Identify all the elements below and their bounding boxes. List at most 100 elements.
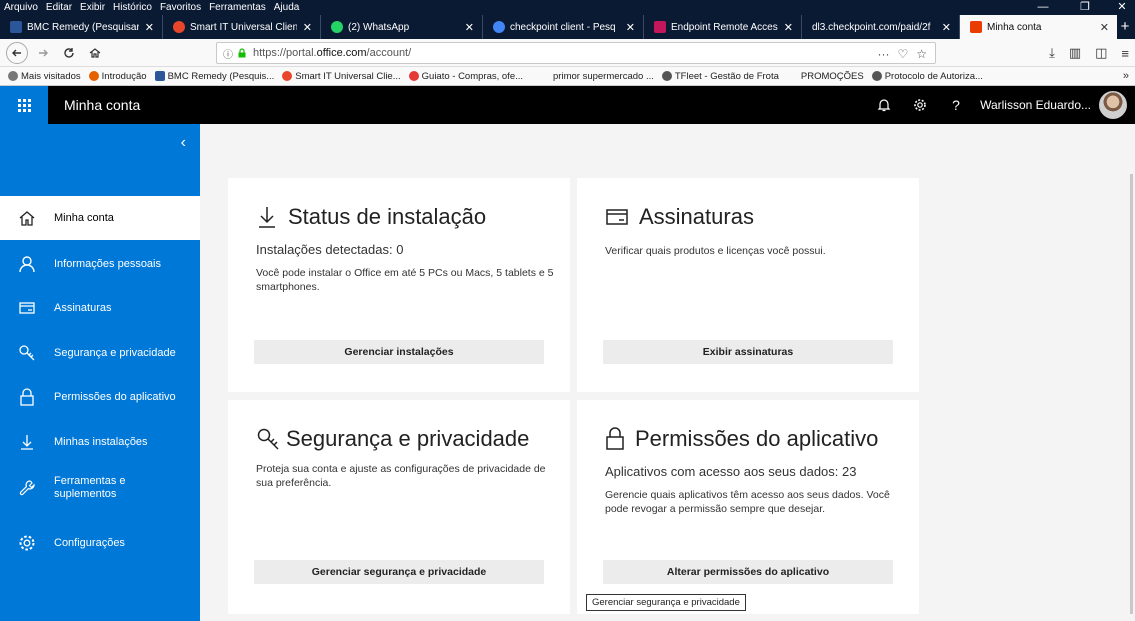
menu-ferramentas[interactable]: Ferramentas xyxy=(205,0,270,15)
sidebar-item-minha-conta[interactable]: Minha conta xyxy=(0,196,200,240)
bookmark-introducao[interactable]: Introdução xyxy=(88,71,147,82)
sidebar-item-label: Assinaturas xyxy=(54,301,112,314)
bookmark-guiato[interactable]: Guiato - Compras, ofe... xyxy=(408,71,523,82)
app-permissions-card: Permissões do aplicativo Aplicativos com… xyxy=(577,400,919,614)
menu-ajuda[interactable]: Ajuda xyxy=(270,0,304,15)
bookmark-smart-it[interactable]: Smart IT Universal Clie... xyxy=(282,71,401,82)
sidebar-item-permissoes[interactable]: Permissões do aplicativo xyxy=(0,375,200,419)
bmc-favicon-icon xyxy=(154,71,165,81)
home-icon xyxy=(89,47,101,58)
bookmarks-overflow-button[interactable]: » xyxy=(1123,67,1129,86)
home-button[interactable] xyxy=(84,42,106,64)
tab-label: Endpoint Remote Acces xyxy=(671,21,778,33)
scrollbar[interactable] xyxy=(1130,174,1133,614)
notifications-button[interactable] xyxy=(866,86,902,124)
tab-checkpoint-client[interactable]: checkpoint client - Pesq ✕ xyxy=(483,15,644,39)
close-icon[interactable]: ✕ xyxy=(303,21,312,34)
nav-bar: ⓘ https://portal.office.com/account/ ···… xyxy=(0,39,1135,67)
bookmark-label: Protocolo de Autoriza... xyxy=(884,70,983,82)
card-title: Segurança e privacidade xyxy=(256,426,529,452)
tab-strip: BMC Remedy (Pesquisar ✕ Smart IT Univers… xyxy=(0,15,1135,39)
close-icon[interactable]: ✕ xyxy=(784,21,793,34)
restore-button[interactable]: ❐ xyxy=(1072,0,1098,15)
sidebar-item-minhas-instalacoes[interactable]: Minhas instalações xyxy=(0,420,200,464)
tab-label: (2) WhatsApp xyxy=(348,21,410,33)
card-title: Assinaturas xyxy=(605,204,754,230)
menu-favoritos[interactable]: Favoritos xyxy=(156,0,205,15)
reload-button[interactable] xyxy=(58,42,80,64)
back-button[interactable] xyxy=(6,41,28,64)
main-content: Status de instalação Instalações detecta… xyxy=(200,124,1135,621)
smartit-favicon-icon xyxy=(173,21,185,33)
download-icon xyxy=(259,207,275,228)
library-icon[interactable]: ▥ xyxy=(1069,45,1081,61)
sidebar-item-assinaturas[interactable]: Assinaturas xyxy=(0,286,200,330)
close-window-button[interactable]: ✕ xyxy=(1109,0,1135,15)
tooltip: Gerenciar segurança e privacidade xyxy=(586,594,746,611)
sidebar-item-label: Configurações xyxy=(54,536,125,549)
bookmark-tfleet[interactable]: TFleet - Gestão de Frota xyxy=(661,71,779,82)
hamburger-menu-icon[interactable]: ≡ xyxy=(1121,46,1129,61)
manage-security-button[interactable]: Gerenciar segurança e privacidade xyxy=(254,560,544,584)
tab-whatsapp[interactable]: (2) WhatsApp ✕ xyxy=(321,15,483,39)
card-description: Você pode instalar o Office em até 5 PCs… xyxy=(256,267,554,293)
tab-endpoint-remote[interactable]: Endpoint Remote Acces ✕ xyxy=(644,15,802,39)
tab-label: dl3.checkpoint.com/paid/2f xyxy=(812,21,931,33)
close-icon[interactable]: ✕ xyxy=(942,21,951,34)
collapse-sidebar-button[interactable]: ‹ xyxy=(181,134,186,152)
sidebar-item-label: Minha conta xyxy=(54,211,114,224)
menu-exibir[interactable]: Exibir xyxy=(76,0,109,15)
bookmark-bmc-remedy[interactable]: BMC Remedy (Pesquis... xyxy=(154,71,274,82)
user-name[interactable]: Warlisson Eduardo... xyxy=(980,98,1091,112)
tab-smart-it[interactable]: Smart IT Universal Client ✕ xyxy=(163,15,321,39)
card-title: Permissões do aplicativo xyxy=(605,426,878,452)
close-icon[interactable]: ✕ xyxy=(1100,21,1109,34)
menu-historico[interactable]: Histórico xyxy=(109,0,156,15)
forward-button[interactable] xyxy=(32,42,54,64)
settings-button[interactable] xyxy=(902,86,938,124)
tab-minha-conta[interactable]: Minha conta ✕ xyxy=(960,15,1117,39)
pocket-icon[interactable]: ♡ xyxy=(897,47,908,61)
app-launcher-button[interactable] xyxy=(0,86,48,124)
help-button[interactable]: ? xyxy=(938,86,974,124)
menu-editar[interactable]: Editar xyxy=(42,0,76,15)
url-suffix: /account/ xyxy=(366,47,412,59)
bookmark-protocolo[interactable]: Protocolo de Autoriza... xyxy=(871,70,983,82)
close-icon[interactable]: ✕ xyxy=(626,21,635,34)
close-icon[interactable]: ✕ xyxy=(465,21,474,34)
star-icon[interactable]: ☆ xyxy=(916,47,927,61)
sidebar-item-ferramentas[interactable]: Ferramentas e suplementos xyxy=(0,466,200,510)
sidebar-icon[interactable]: ◫ xyxy=(1095,45,1107,61)
bookmark-primor[interactable]: primor supermercado ... xyxy=(553,71,654,82)
menu-arquivo[interactable]: Arquivo xyxy=(0,0,42,15)
sidebar: ‹ Minha conta Informações pessoais Assin… xyxy=(0,124,200,621)
firefox-icon xyxy=(88,71,99,81)
tab-checkpoint-download[interactable]: dl3.checkpoint.com/paid/2f ✕ xyxy=(802,15,960,39)
globe-icon xyxy=(871,71,882,81)
bookmark-mais-visitados[interactable]: Mais visitados xyxy=(8,71,81,82)
download-icon[interactable]: ⤓ xyxy=(1049,45,1055,61)
apps-access-count: Aplicativos com acesso aos seus dados: 2… xyxy=(605,464,857,479)
card-description: Gerencie quais aplicativos têm acesso ao… xyxy=(605,489,890,515)
page-actions-icon[interactable]: ··· xyxy=(877,47,889,61)
sidebar-item-seguranca[interactable]: Segurança e privacidade xyxy=(0,331,200,375)
close-icon[interactable]: ✕ xyxy=(145,21,154,34)
url-bar[interactable]: ⓘ https://portal.office.com/account/ ···… xyxy=(216,42,936,64)
menu-bar: Arquivo Editar Exibir Histórico Favorito… xyxy=(0,0,1135,15)
tab-bmc-remedy[interactable]: BMC Remedy (Pesquisar ✕ xyxy=(0,15,163,39)
minimize-button[interactable]: — xyxy=(1030,0,1056,15)
info-icon[interactable]: ⓘ xyxy=(223,46,233,61)
change-permissions-button[interactable]: Alterar permissões do aplicativo xyxy=(603,560,893,584)
new-tab-button[interactable]: + xyxy=(1117,15,1133,39)
avatar[interactable] xyxy=(1099,91,1127,119)
arrow-left-icon xyxy=(12,49,21,56)
lock-icon xyxy=(238,48,246,58)
view-subscriptions-button[interactable]: Exibir assinaturas xyxy=(603,340,893,364)
card-description: Proteja sua conta e ajuste as configuraç… xyxy=(256,463,546,489)
manage-installs-button[interactable]: Gerenciar instalações xyxy=(254,340,544,364)
sidebar-item-configuracoes[interactable]: Configurações xyxy=(0,521,200,565)
tab-label: BMC Remedy (Pesquisar xyxy=(27,21,139,33)
credit-card-icon xyxy=(19,302,35,314)
sidebar-item-informacoes-pessoais[interactable]: Informações pessoais xyxy=(0,242,200,286)
bookmark-promocoes[interactable]: PROMOÇÕES xyxy=(801,71,864,82)
